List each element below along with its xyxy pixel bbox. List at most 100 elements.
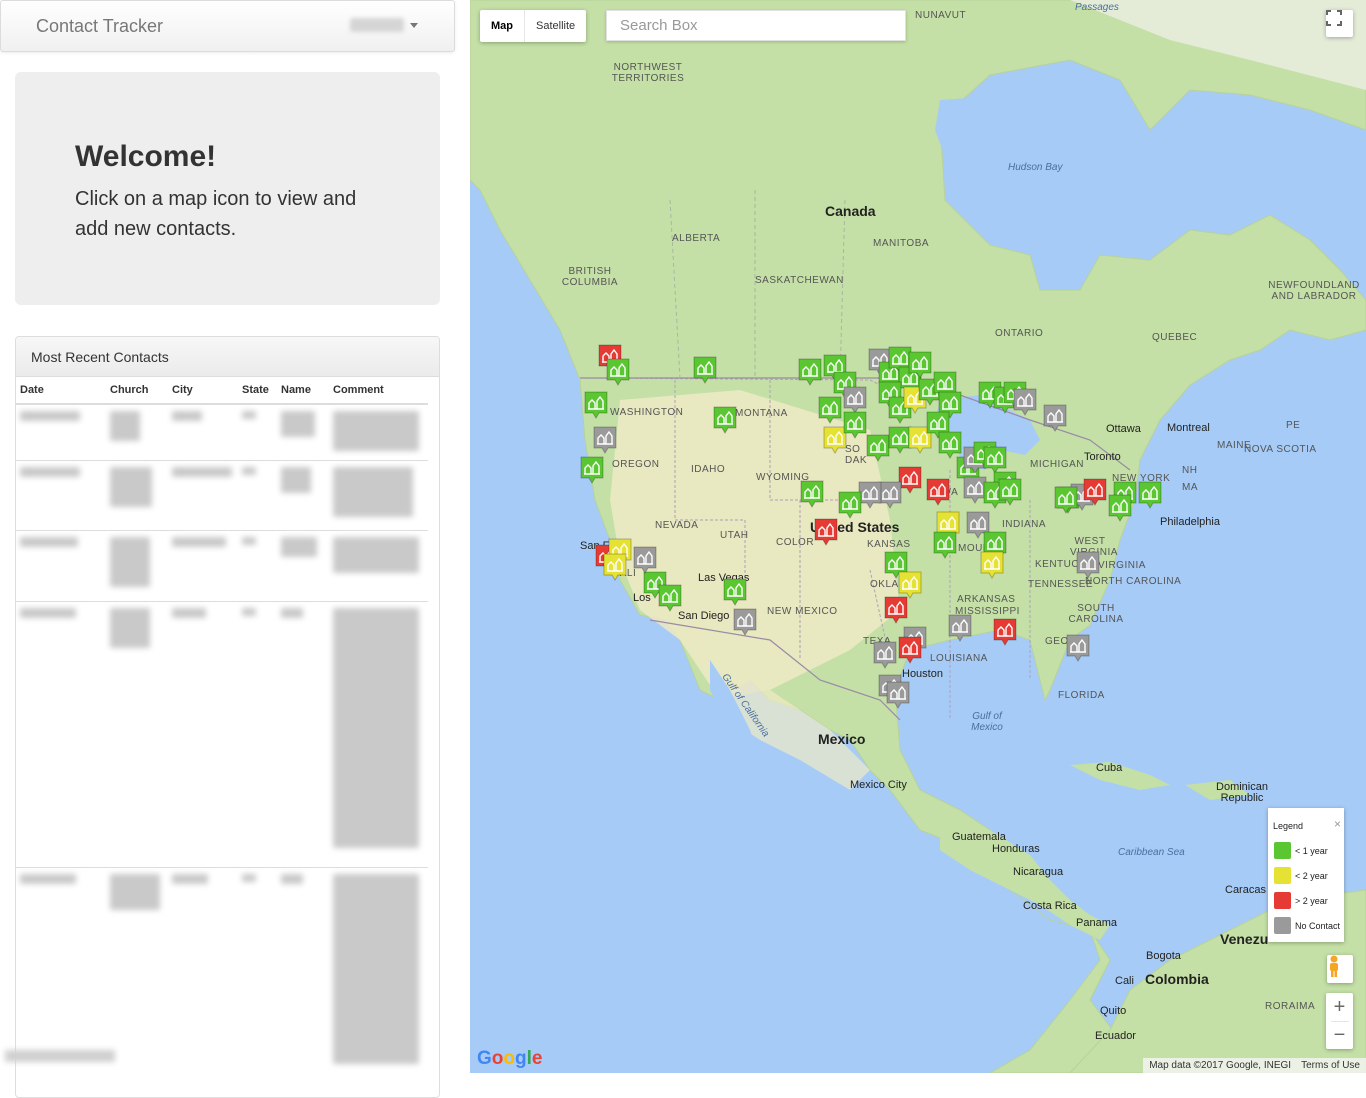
cell-redacted — [238, 459, 277, 530]
map-label-newfoundland: NEWFOUNDLAND AND LABRADOR — [1268, 280, 1360, 302]
church-marker[interactable] — [1138, 481, 1162, 509]
church-marker[interactable] — [1054, 486, 1078, 514]
cell-redacted — [168, 529, 238, 601]
church-icon — [938, 431, 962, 459]
pegman-icon — [1330, 955, 1338, 977]
church-marker[interactable] — [593, 426, 617, 454]
app-brand[interactable]: Contact Tracker — [36, 16, 163, 37]
church-marker[interactable] — [884, 596, 908, 624]
church-marker[interactable] — [693, 356, 717, 384]
map-label-ma: MA — [1182, 482, 1198, 493]
map-label-northwest-territories: NORTHWEST TERRITORIES — [611, 62, 685, 84]
map-type-map-button[interactable]: Map — [480, 10, 524, 42]
church-marker[interactable] — [933, 531, 957, 559]
cell-redacted — [277, 600, 329, 867]
church-marker[interactable] — [908, 351, 932, 379]
column-header-church[interactable]: Church — [106, 377, 168, 405]
column-header-name[interactable]: Name — [277, 377, 329, 405]
column-header-state[interactable]: State — [238, 377, 277, 405]
cell-redacted — [168, 866, 238, 1087]
legend-close-icon[interactable]: × — [1334, 817, 1341, 831]
church-marker[interactable] — [998, 478, 1022, 506]
table-row[interactable] — [16, 403, 428, 460]
cell-redacted — [106, 403, 168, 460]
church-marker[interactable] — [1076, 551, 1100, 579]
cell-redacted — [277, 866, 329, 1087]
search-input[interactable] — [606, 10, 906, 41]
map-type-satellite-button[interactable]: Satellite — [524, 10, 586, 42]
chevron-down-icon[interactable] — [410, 22, 418, 28]
church-marker[interactable] — [1108, 494, 1132, 522]
legend-item-no-contact: No Contact — [1274, 917, 1340, 934]
recent-contacts-table: Date Church City State Name Comment — [16, 377, 428, 1087]
church-marker[interactable] — [1043, 404, 1067, 432]
church-marker[interactable] — [713, 406, 737, 434]
church-marker[interactable] — [1083, 478, 1107, 506]
church-marker[interactable] — [818, 396, 842, 424]
church-marker[interactable] — [1066, 634, 1090, 662]
church-marker[interactable] — [603, 553, 627, 581]
church-marker[interactable] — [838, 491, 862, 519]
user-menu[interactable] — [350, 18, 418, 32]
column-header-city[interactable]: City — [168, 377, 238, 405]
legend-title: Legend — [1273, 821, 1304, 831]
map-canvas[interactable]: Canada United States Mexico Hudson Bay G… — [470, 0, 1366, 1073]
welcome-panel: Welcome! Click on a map icon to view and… — [15, 72, 440, 305]
church-marker[interactable] — [926, 478, 950, 506]
cell-redacted — [106, 600, 168, 867]
street-view-pegman-button[interactable] — [1327, 955, 1353, 983]
column-header-comment[interactable]: Comment — [329, 377, 428, 405]
church-marker[interactable] — [723, 578, 747, 606]
table-row[interactable] — [16, 600, 428, 867]
legend-item-label: < 1 year — [1295, 845, 1328, 856]
church-marker[interactable] — [633, 546, 657, 574]
welcome-heading: Welcome! — [75, 140, 217, 173]
table-row[interactable] — [16, 459, 428, 530]
church-icon — [1274, 867, 1291, 884]
church-marker[interactable] — [843, 411, 867, 439]
church-marker[interactable] — [898, 636, 922, 664]
user-name-redacted[interactable] — [350, 18, 404, 32]
church-marker[interactable] — [948, 614, 972, 642]
map-label-cali: Cali — [1115, 975, 1134, 987]
column-header-date[interactable]: Date — [16, 377, 106, 405]
terms-of-use-link[interactable]: Terms of Use — [1301, 1058, 1360, 1073]
map-label-arkansas: ARKANSAS — [957, 594, 1016, 605]
church-marker[interactable] — [733, 608, 757, 636]
church-marker[interactable] — [938, 431, 962, 459]
cell-redacted — [16, 459, 106, 530]
map-label-british-columbia: BRITISH COLUMBIA — [561, 266, 619, 288]
church-marker[interactable] — [843, 386, 867, 414]
map-label-utah: UTAH — [720, 530, 749, 541]
table-row[interactable] — [16, 529, 428, 601]
church-icon — [866, 434, 890, 462]
zoom-in-button[interactable]: + — [1326, 994, 1353, 1021]
legend-item-less-1-year: < 1 year — [1274, 842, 1328, 859]
church-marker[interactable] — [983, 446, 1007, 474]
map-label-philadelphia: Philadelphia — [1160, 516, 1220, 528]
church-marker[interactable] — [658, 584, 682, 612]
church-marker[interactable] — [584, 391, 608, 419]
navbar: Contact Tracker — [0, 0, 455, 52]
church-marker[interactable] — [898, 571, 922, 599]
church-marker[interactable] — [580, 456, 604, 484]
church-marker[interactable] — [866, 434, 890, 462]
map-data-credit: Map data ©2017 Google, INEGI — [1149, 1060, 1292, 1071]
church-icon — [843, 386, 867, 414]
cell-redacted — [106, 529, 168, 601]
church-marker[interactable] — [798, 358, 822, 386]
church-marker[interactable] — [993, 618, 1017, 646]
church-icon — [723, 578, 747, 606]
church-marker[interactable] — [886, 681, 910, 709]
church-marker[interactable] — [1013, 388, 1037, 416]
church-marker[interactable] — [873, 641, 897, 669]
church-marker[interactable] — [800, 480, 824, 508]
cell-redacted — [168, 459, 238, 530]
map-label-nicaragua: Nicaragua — [1013, 866, 1064, 878]
church-marker[interactable] — [814, 518, 838, 546]
church-marker[interactable] — [606, 358, 630, 386]
zoom-out-button[interactable]: − — [1326, 1022, 1353, 1049]
church-marker[interactable] — [980, 551, 1004, 579]
fullscreen-button[interactable] — [1326, 10, 1353, 37]
church-icon — [980, 551, 1004, 579]
